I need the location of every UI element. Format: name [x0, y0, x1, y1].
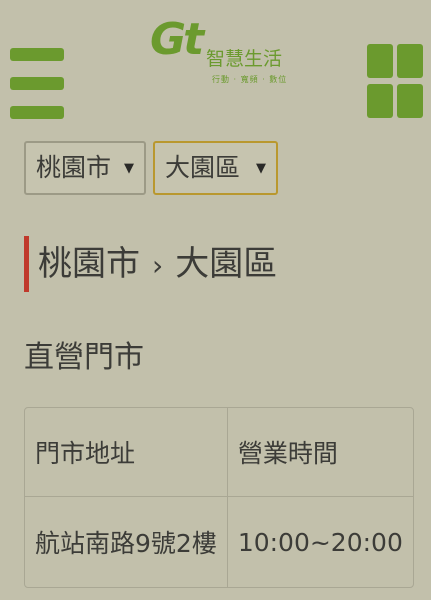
table-row: 航站南路9號2樓 10:00~20:00 [25, 497, 413, 587]
district-select-value: 大園區 [165, 153, 241, 182]
dropdown-arrow-icon: ▼ [256, 161, 266, 176]
brand-logo[interactable]: Gt 智慧生活 行動 · 寬頻 · 數位 [150, 14, 290, 104]
district-select[interactable]: 大園區 ▼ [153, 141, 278, 195]
logo-name: 智慧生活 [206, 48, 283, 70]
store-hours: 10:00~20:00 [237, 527, 403, 557]
grid-apps-icon[interactable] [367, 44, 424, 119]
logo-tagline: 行動 · 寬頻 · 數位 [212, 75, 288, 84]
menu-bar [10, 77, 64, 90]
logo-mark: Gt [150, 14, 204, 65]
grid-cell [397, 44, 423, 78]
grid-cell [397, 84, 423, 118]
breadcrumb-district: 大園區 [175, 244, 278, 284]
breadcrumb-trail: 桃園市 › 大園區 [38, 242, 277, 288]
grid-cell [367, 84, 393, 118]
grid-cell [367, 44, 393, 78]
section-title: 直營門市 [24, 340, 144, 375]
store-table: 門市地址 營業時間 航站南路9號2樓 10:00~20:00 [24, 407, 414, 588]
city-select-value: 桃園市 [36, 153, 112, 182]
hamburger-menu-icon[interactable] [10, 48, 64, 120]
column-header-hours: 營業時間 [227, 408, 413, 497]
breadcrumb-city[interactable]: 桃園市 [38, 244, 140, 284]
app-header: Gt 智慧生活 行動 · 寬頻 · 數位 [0, 0, 431, 130]
city-select[interactable]: 桃園市 ▼ [24, 141, 146, 195]
dropdown-arrow-icon: ▼ [124, 161, 134, 176]
breadcrumb-accent-bar [24, 236, 29, 292]
menu-bar [10, 106, 64, 119]
menu-bar [10, 48, 64, 61]
column-header-address: 門市地址 [25, 408, 228, 497]
table-header-row: 門市地址 營業時間 [25, 408, 413, 497]
breadcrumb-separator-icon: › [152, 249, 164, 282]
store-address: 航站南路9號2樓 [25, 497, 228, 587]
